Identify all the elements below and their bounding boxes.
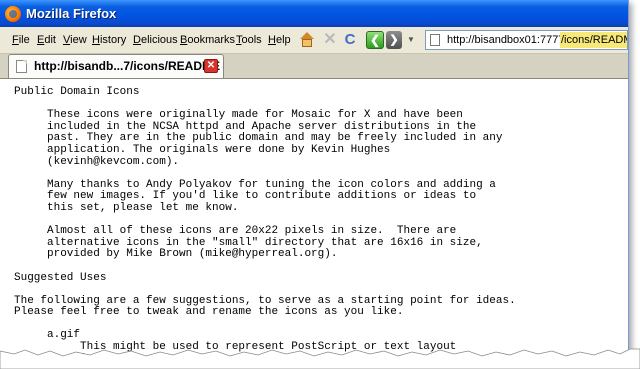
title-bar[interactable]: Mozilla Firefox <box>0 0 628 27</box>
history-dropdown-icon[interactable]: ▼ <box>405 31 417 49</box>
back-button[interactable]: ❮ <box>366 31 384 49</box>
stop-icon[interactable]: ✕ <box>322 32 338 48</box>
menu-tools[interactable]: Tools <box>236 34 262 46</box>
url-text: http://bisandbox01:7777 <box>447 34 565 46</box>
browser-window: Mozilla Firefox File Edit View History D… <box>0 0 629 357</box>
forward-button[interactable]: ❯ <box>386 31 402 49</box>
menu-bar: File Edit View History Delicious Bookmar… <box>0 27 628 54</box>
close-tab-icon[interactable]: ✕ <box>204 59 218 73</box>
document-icon <box>16 60 27 73</box>
url-highlight: /icons/README <box>560 32 627 48</box>
menu-view[interactable]: View <box>63 34 87 46</box>
menu-help[interactable]: Help <box>268 34 291 46</box>
menu-file[interactable]: File <box>12 34 30 46</box>
window-title: Mozilla Firefox <box>26 6 117 21</box>
menu-history[interactable]: History <box>92 34 126 46</box>
firefox-icon <box>5 6 21 22</box>
reload-icon[interactable]: C <box>342 32 358 48</box>
tab-readme[interactable]: http://bisandb...7/icons/README ✕ <box>8 54 224 78</box>
url-bar[interactable]: http://bisandbox01:7777 /icons/README <box>425 30 628 50</box>
tab-strip: http://bisandb...7/icons/README ✕ <box>0 54 628 79</box>
menu-bookmarks[interactable]: Bookmarks <box>180 34 235 46</box>
menu-edit[interactable]: Edit <box>37 34 56 46</box>
page-icon <box>430 34 440 46</box>
readme-text: Public Domain Icons These icons were ori… <box>14 86 516 357</box>
home-icon[interactable] <box>299 32 315 48</box>
tab-label: http://bisandb...7/icons/README <box>34 59 221 73</box>
menu-delicious[interactable]: Delicious <box>133 34 178 46</box>
torn-edge <box>0 348 640 369</box>
page-content: Public Domain Icons These icons were ori… <box>0 79 628 357</box>
